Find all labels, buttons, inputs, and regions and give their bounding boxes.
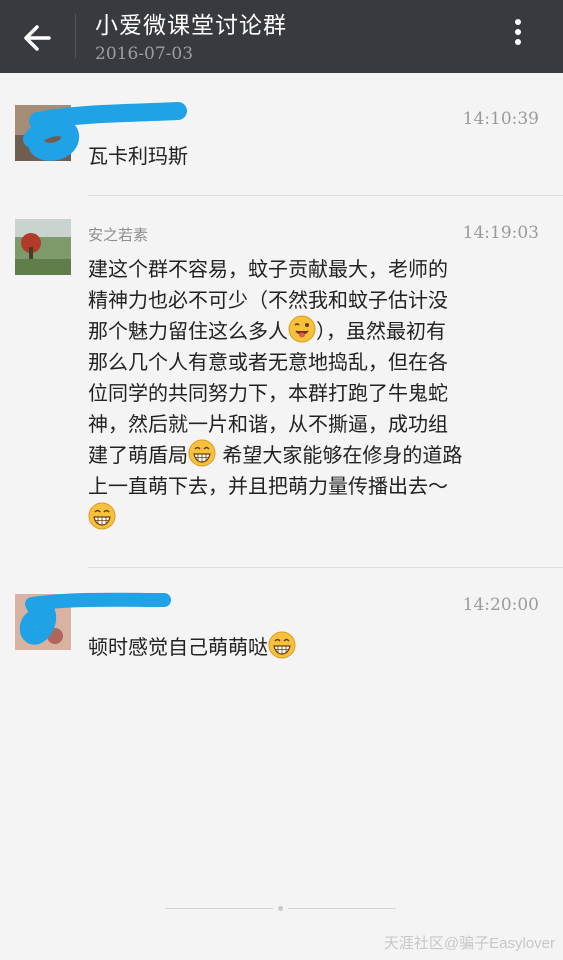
- list-end-line-left: [165, 908, 273, 909]
- message-text[interactable]: 建这个群不容易，蚊子贡献最大，老师的 精神力也必不可少（不然我和蚊子估计没 那个…: [88, 254, 538, 533]
- message-text[interactable]: 顿时感觉自己萌萌哒: [88, 631, 538, 663]
- message-line: 上一直萌下去，并且把萌力量传播出去～: [88, 473, 448, 498]
- message-time: 14:10:39: [462, 109, 539, 129]
- message-item-2: 安之若素 14:19:03 建这个群不容易，蚊子贡献最大，老师的 精神力也必不可…: [0, 196, 563, 568]
- list-end-dot: [278, 906, 283, 911]
- arrow-left-icon: [24, 25, 51, 51]
- message-time: 14:20:00: [462, 595, 539, 615]
- sender-name: 安之若素: [88, 226, 149, 244]
- message-time: 14:19:03: [462, 223, 539, 243]
- message-item-1: 14:10:39 瓦卡利玛斯: [0, 73, 563, 196]
- message-line: 那么几个人有意或者无意地捣乱，但在各: [88, 350, 448, 375]
- grin-emoji: [188, 439, 216, 467]
- message-text[interactable]: 瓦卡利玛斯: [88, 141, 538, 172]
- tongue-wink-emoji: [288, 315, 316, 343]
- message-line: 神，然后就一片和谐，从不撕逼，成功组: [88, 411, 448, 436]
- message-line: [88, 502, 538, 534]
- more-options-button[interactable]: [500, 17, 536, 57]
- chat-title: 小爱微课堂讨论群: [95, 13, 287, 39]
- back-button[interactable]: [18, 18, 58, 58]
- message-line: 建这个群不容易，蚊子贡献最大，老师的: [88, 257, 448, 281]
- message-item-3: 14:20:00 顿时感觉自己萌萌哒: [0, 568, 563, 688]
- watermark: 天涯社区@骗子Easylover: [383, 935, 555, 952]
- top-bar: 小爱微课堂讨论群 2016-07-03: [0, 0, 563, 73]
- message-line: 位同学的共同努力下，本群打跑了牛鬼蛇: [88, 380, 448, 405]
- message-line: 那个魅力留住这么多人 ），虽然最初有: [88, 315, 538, 347]
- more-vertical-icon: [500, 19, 536, 45]
- grin-emoji: [268, 631, 296, 659]
- list-end-line-right: [288, 908, 396, 909]
- message-line: 建了萌盾局 希望大家能够在修身的道路: [88, 439, 538, 471]
- grin-emoji: [88, 502, 116, 530]
- topbar-divider: [75, 14, 76, 58]
- avatar[interactable]: [15, 219, 71, 275]
- chat-date: 2016-07-03: [95, 44, 194, 64]
- message-line: 精神力也必不可少（不然我和蚊子估计没: [88, 287, 448, 312]
